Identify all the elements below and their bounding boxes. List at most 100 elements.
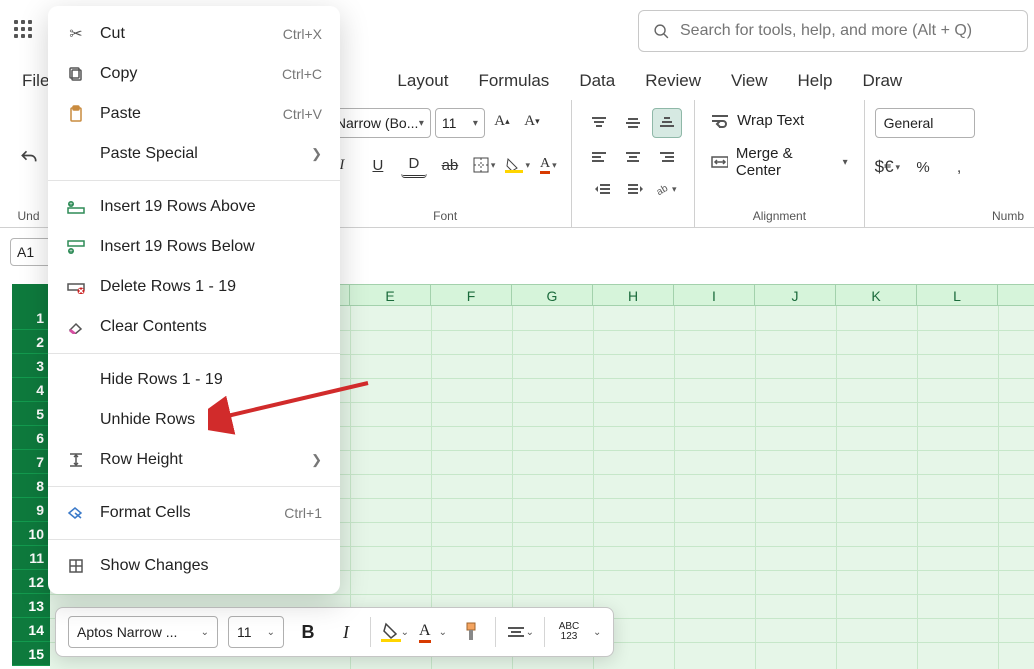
ctx-copy[interactable]: Copy Ctrl+C (48, 54, 340, 94)
underline-button[interactable]: U (365, 152, 391, 178)
ctx-paste-special[interactable]: Paste Special ❯ (48, 134, 340, 174)
ctx-delete-rows[interactable]: Delete Rows 1 - 19 (48, 267, 340, 307)
align-middle-button[interactable] (618, 108, 648, 138)
align-left-button[interactable] (584, 142, 614, 172)
row-hdr[interactable]: 5 (12, 402, 50, 426)
search-box[interactable] (638, 10, 1028, 52)
ctx-format-cells[interactable]: Format Cells Ctrl+1 (48, 493, 340, 533)
undo-button[interactable] (16, 145, 42, 171)
align-right-button[interactable] (652, 142, 682, 172)
mini-format-painter-button[interactable] (457, 618, 485, 646)
percent-button[interactable]: % (910, 154, 936, 180)
tab-review[interactable]: Review (645, 71, 701, 91)
decrease-font-button[interactable]: A▾ (519, 108, 545, 134)
fill-color-button[interactable]: ▾ (505, 157, 530, 173)
row-hdr[interactable]: 13 (12, 594, 50, 618)
align-bottom-button[interactable] (652, 108, 682, 138)
paste-icon (66, 104, 86, 124)
decrease-indent-button[interactable] (590, 176, 616, 202)
ctx-hide-rows[interactable]: Hide Rows 1 - 19 (48, 360, 340, 400)
row-hdr[interactable]: 9 (12, 498, 50, 522)
row-hdr[interactable]: 14 (12, 618, 50, 642)
increase-indent-button[interactable] (622, 176, 648, 202)
row-headers: 1 2 3 4 5 6 7 8 9 10 11 12 13 14 15 (12, 306, 50, 666)
double-underline-button[interactable]: D (401, 152, 427, 178)
tab-file[interactable]: File (22, 71, 49, 91)
currency-button[interactable]: $€▾ (875, 154, 900, 180)
mini-size-select[interactable]: 11 ⌄ (228, 616, 284, 648)
ctx-paste[interactable]: Paste Ctrl+V (48, 94, 340, 134)
ctx-show-changes[interactable]: Show Changes (48, 546, 340, 586)
row-hdr[interactable]: 4 (12, 378, 50, 402)
tab-data[interactable]: Data (579, 71, 615, 91)
row-hdr[interactable]: 6 (12, 426, 50, 450)
row-hdr[interactable]: 15 (12, 642, 50, 666)
app-launcher-icon[interactable] (14, 20, 38, 44)
mini-italic-button[interactable]: I (332, 618, 360, 646)
select-all-corner[interactable] (12, 284, 50, 306)
font-name-select[interactable]: Narrow (Bo... ▾ (329, 108, 431, 138)
ctx-insert-above[interactable]: + Insert 19 Rows Above (48, 187, 340, 227)
wrap-text-button[interactable]: Wrap Text (705, 108, 810, 133)
border-button[interactable]: ▾ (473, 157, 496, 173)
col-hdr[interactable]: K (836, 285, 917, 305)
increase-font-button[interactable]: A▴ (489, 108, 515, 134)
col-hdr[interactable]: G (512, 285, 593, 305)
ctx-clear-contents[interactable]: Clear Contents (48, 307, 340, 347)
row-hdr[interactable]: 12 (12, 570, 50, 594)
col-hdr[interactable]: L (917, 285, 998, 305)
align-center-button[interactable] (618, 142, 648, 172)
row-height-icon (66, 450, 86, 470)
ctx-insert-below[interactable]: + Insert 19 Rows Below (48, 227, 340, 267)
row-hdr[interactable]: 11 (12, 546, 50, 570)
mini-fill-color-button[interactable]: ⌄ (381, 618, 409, 646)
ctx-unhide-rows[interactable]: Unhide Rows (48, 400, 340, 440)
mini-font-color-button[interactable]: A ⌄ (419, 618, 447, 646)
align-top-button[interactable] (584, 108, 614, 138)
merge-center-button[interactable]: Merge & Center ▾ (705, 141, 853, 183)
tab-layout[interactable]: Layout (397, 71, 448, 91)
col-hdr[interactable]: I (674, 285, 755, 305)
ctx-row-height[interactable]: Row Height ❯ (48, 440, 340, 480)
search-input[interactable] (680, 22, 1013, 40)
row-hdr[interactable]: 7 (12, 450, 50, 474)
mini-align-button[interactable]: ⌄ (506, 618, 534, 646)
chevron-down-icon: ⌄ (526, 627, 534, 638)
row-hdr[interactable]: 2 (12, 330, 50, 354)
tab-help[interactable]: Help (798, 71, 833, 91)
merge-icon (711, 154, 728, 170)
insert-below-icon: + (66, 237, 86, 257)
mini-number-format-button[interactable]: ABC 123 (555, 618, 583, 646)
divider (495, 617, 496, 647)
col-hdr[interactable]: J (755, 285, 836, 305)
font-size-select[interactable]: 11 ▾ (435, 108, 485, 138)
font-color-button[interactable]: A ▾ (540, 157, 557, 174)
tab-formulas[interactable]: Formulas (478, 71, 549, 91)
mini-toolbar: Aptos Narrow ... ⌄ 11 ⌄ B I ⌄ A ⌄ ⌄ ABC … (55, 607, 614, 657)
mini-font-select[interactable]: Aptos Narrow ... ⌄ (68, 616, 218, 648)
group-label-alignment: Alignment (705, 209, 853, 223)
ribbon-group-wrap: Wrap Text Merge & Center ▾ Alignment (695, 100, 864, 227)
col-hdr[interactable]: F (431, 285, 512, 305)
chevron-down-icon: ▾ (473, 118, 478, 129)
strikethrough-button[interactable]: ab (437, 152, 463, 178)
tab-view[interactable]: View (731, 71, 768, 91)
ctx-cut[interactable]: ✂ Cut Ctrl+X (48, 14, 340, 54)
mini-bold-button[interactable]: B (294, 618, 322, 646)
row-hdr[interactable]: 1 (12, 306, 50, 330)
tab-draw[interactable]: Draw (863, 71, 903, 91)
row-hdr[interactable]: 3 (12, 354, 50, 378)
search-icon (653, 23, 670, 40)
col-hdr[interactable]: H (593, 285, 674, 305)
mini-font-value: Aptos Narrow ... (77, 624, 177, 640)
row-hdr[interactable]: 10 (12, 522, 50, 546)
orientation-button[interactable]: ab▾ (654, 176, 677, 202)
separator (48, 180, 340, 181)
row-hdr[interactable]: 8 (12, 474, 50, 498)
chevron-down-icon: ▾ (419, 118, 424, 129)
number-format-select[interactable]: General (875, 108, 975, 138)
context-menu: ✂ Cut Ctrl+X Copy Ctrl+C Paste Ctrl+V Pa… (48, 6, 340, 594)
chevron-right-icon: ❯ (311, 452, 322, 468)
comma-button[interactable]: , (946, 154, 972, 180)
col-hdr[interactable]: E (350, 285, 431, 305)
